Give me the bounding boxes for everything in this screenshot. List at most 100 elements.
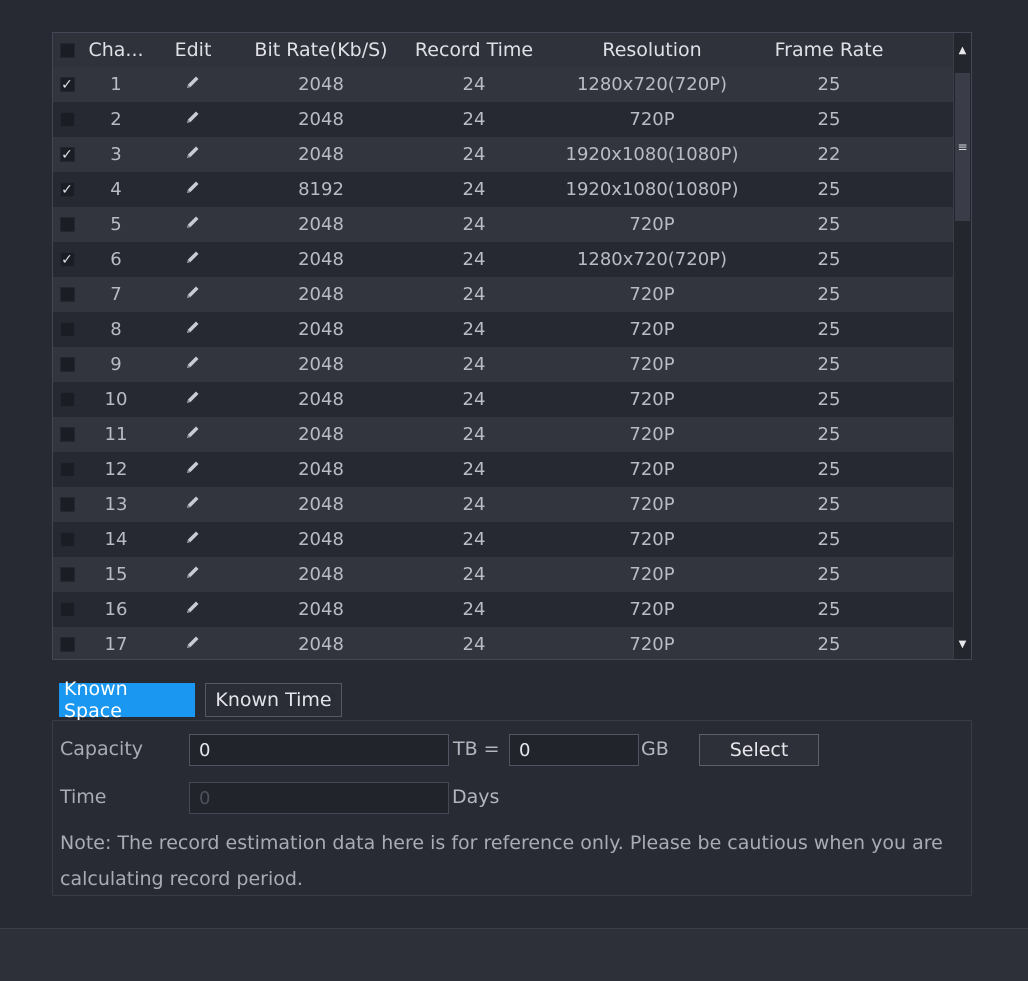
row-checkbox[interactable]	[59, 602, 75, 617]
edit-pencil-icon[interactable]	[185, 424, 201, 440]
header-bit-rate[interactable]: Bit Rate(Kb/S)	[235, 39, 407, 61]
table-row[interactable]: 8 2048 24 720P 25	[53, 312, 955, 347]
header-channel[interactable]: Cha...	[81, 39, 151, 61]
edit-pencil-icon[interactable]	[185, 214, 201, 230]
row-checkbox[interactable]	[59, 357, 75, 372]
edit-pencil-icon[interactable]	[185, 564, 201, 580]
row-checkbox[interactable]	[59, 497, 75, 512]
cell-bit-rate: 2048	[298, 214, 344, 235]
row-checkbox[interactable]	[59, 637, 75, 652]
table-row[interactable]: ✓ 1 2048 24 1280x720(720P) 25	[53, 67, 955, 102]
tab-known-space[interactable]: Known Space	[59, 678, 195, 722]
cell-frame-rate: 25	[817, 424, 841, 445]
edit-cell	[151, 179, 235, 200]
table-row[interactable]: 15 2048 24 720P 25	[53, 557, 955, 592]
cell-frame-rate: 25	[817, 109, 841, 130]
row-checkbox[interactable]	[59, 532, 75, 547]
row-checkbox[interactable]	[59, 322, 75, 337]
header-edit: Edit	[174, 39, 212, 61]
cell-record-time: 24	[462, 424, 486, 445]
table-row[interactable]: ✓ 4 8192 24 1920x1080(1080P) 25	[53, 172, 955, 207]
table-row[interactable]: ✓ 6 2048 24 1280x720(720P) 25	[53, 242, 955, 277]
days-label: Days	[452, 786, 500, 808]
row-checkbox[interactable]: ✓	[59, 182, 75, 197]
table-row[interactable]: 5 2048 24 720P 25	[53, 207, 955, 242]
edit-pencil-icon[interactable]	[185, 144, 201, 160]
gb-input[interactable]: 0	[509, 734, 639, 766]
row-checkbox-cell	[53, 497, 81, 512]
header-record-time[interactable]: Record Time	[407, 39, 541, 61]
row-checkbox-cell	[53, 462, 81, 477]
row-checkbox[interactable]: ✓	[59, 77, 75, 92]
cell-frame-rate: 25	[817, 354, 841, 375]
scroll-up-arrow-icon[interactable]: ▲	[954, 35, 971, 65]
estimation-note: Note: The record estimation data here is…	[60, 832, 943, 890]
row-checkbox[interactable]	[59, 392, 75, 407]
edit-pencil-icon[interactable]	[185, 459, 201, 475]
table-row[interactable]: 11 2048 24 720P 25	[53, 417, 955, 452]
edit-pencil-icon[interactable]	[185, 74, 201, 90]
edit-cell	[151, 599, 235, 620]
cell-resolution: 1920x1080(1080P)	[565, 179, 739, 200]
row-checkbox[interactable]	[59, 287, 75, 302]
table-row[interactable]: 16 2048 24 720P 25	[53, 592, 955, 627]
edit-pencil-icon[interactable]	[185, 354, 201, 370]
cell-channel: 10	[104, 389, 128, 410]
edit-pencil-icon[interactable]	[185, 179, 201, 195]
table-row[interactable]: 14 2048 24 720P 25	[53, 522, 955, 557]
select-button[interactable]: Select	[699, 734, 819, 766]
table-scrollbar[interactable]: ▲ ≡ ▼	[953, 33, 971, 659]
row-checkbox[interactable]: ✓	[59, 147, 75, 162]
row-checkbox[interactable]	[59, 217, 75, 232]
table-row[interactable]: 9 2048 24 720P 25	[53, 347, 955, 382]
table-row[interactable]: ✓ 3 2048 24 1920x1080(1080P) 22	[53, 137, 955, 172]
edit-pencil-icon[interactable]	[185, 249, 201, 265]
row-checkbox[interactable]	[59, 462, 75, 477]
capacity-label: Capacity	[60, 738, 144, 760]
cell-frame-rate: 25	[817, 389, 841, 410]
edit-cell	[151, 424, 235, 445]
edit-pencil-icon[interactable]	[185, 284, 201, 300]
edit-pencil-icon[interactable]	[185, 109, 201, 125]
cell-channel: 5	[110, 214, 122, 235]
edit-cell	[151, 214, 235, 235]
row-checkbox-cell	[53, 357, 81, 372]
cell-channel: 15	[104, 564, 128, 585]
cell-bit-rate: 2048	[298, 599, 344, 620]
gb-label: GB	[641, 738, 669, 760]
edit-pencil-icon[interactable]	[185, 389, 201, 405]
edit-pencil-icon[interactable]	[185, 529, 201, 545]
tab-known-time[interactable]: Known Time	[205, 683, 342, 717]
edit-pencil-icon[interactable]	[185, 599, 201, 615]
cell-bit-rate: 8192	[298, 179, 344, 200]
edit-pencil-icon[interactable]	[185, 634, 201, 650]
row-checkbox-cell	[53, 567, 81, 582]
table-row[interactable]: 7 2048 24 720P 25	[53, 277, 955, 312]
header-frame-rate[interactable]: Frame Rate	[763, 39, 895, 61]
table-row[interactable]: 17 2048 24 720P 25	[53, 627, 955, 659]
cell-record-time: 24	[462, 634, 486, 655]
cell-channel: 9	[110, 354, 122, 375]
edit-cell	[151, 284, 235, 305]
cell-resolution: 720P	[629, 284, 675, 305]
capacity-input[interactable]: 0	[189, 734, 449, 766]
row-checkbox[interactable]	[59, 427, 75, 442]
header-resolution[interactable]: Resolution	[541, 39, 763, 61]
edit-cell	[151, 634, 235, 655]
edit-pencil-icon[interactable]	[185, 494, 201, 510]
select-all-checkbox[interactable]	[59, 42, 75, 58]
scroll-thumb[interactable]: ≡	[955, 73, 970, 221]
edit-pencil-icon[interactable]	[185, 319, 201, 335]
table-row[interactable]: 12 2048 24 720P 25	[53, 452, 955, 487]
cell-bit-rate: 2048	[298, 424, 344, 445]
cell-bit-rate: 2048	[298, 319, 344, 340]
cell-bit-rate: 2048	[298, 109, 344, 130]
table-row[interactable]: 13 2048 24 720P 25	[53, 487, 955, 522]
row-checkbox-cell: ✓	[53, 77, 81, 92]
scroll-down-arrow-icon[interactable]: ▼	[954, 629, 971, 659]
row-checkbox[interactable]	[59, 567, 75, 582]
table-row[interactable]: 2 2048 24 720P 25	[53, 102, 955, 137]
row-checkbox[interactable]: ✓	[59, 252, 75, 267]
row-checkbox[interactable]	[59, 112, 75, 127]
table-row[interactable]: 10 2048 24 720P 25	[53, 382, 955, 417]
